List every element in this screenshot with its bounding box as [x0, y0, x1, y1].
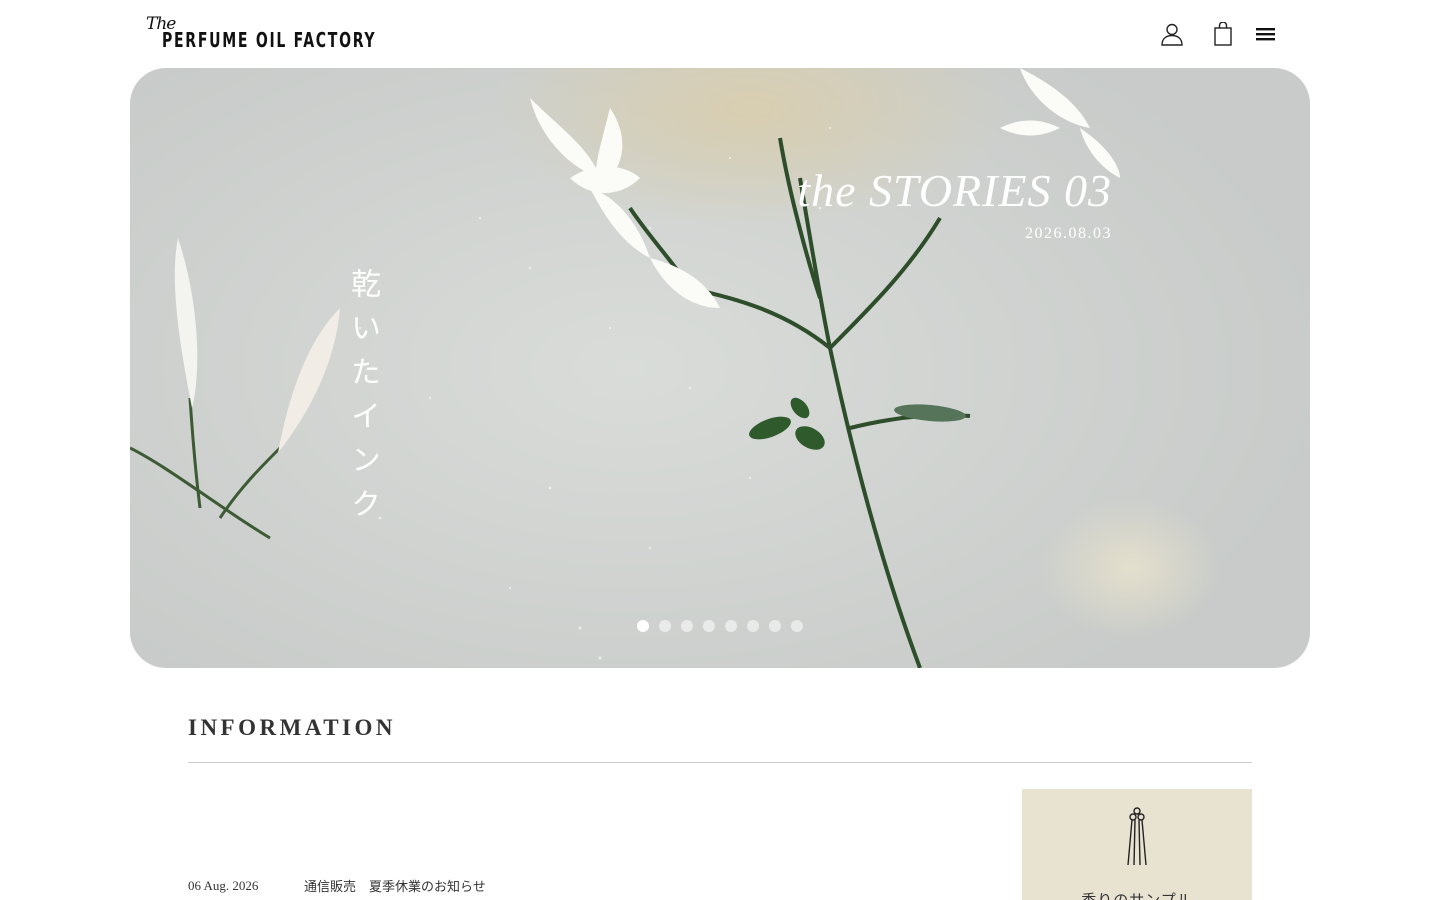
carousel-dot[interactable]: [791, 620, 803, 632]
scent-sample-label: 香りのサンプル: [1081, 891, 1193, 900]
jasmine-flower-image: [130, 68, 1120, 668]
carousel-pagination: [637, 620, 803, 632]
hero-vertical-text: 乾いたインク: [345, 268, 380, 532]
site-header: The PERFUME OIL FACTORY: [0, 0, 1440, 68]
scent-sample-card[interactable]: 香りのサンプル: [1022, 789, 1252, 900]
logo-main-text: PERFUME OIL FACTORY: [162, 28, 377, 52]
menu-icon[interactable]: [1252, 20, 1280, 48]
information-divider: [188, 762, 1252, 763]
news-date: 06 Aug. 2026: [188, 878, 259, 893]
shopping-bag-icon[interactable]: [1209, 20, 1237, 48]
site-logo[interactable]: The PERFUME OIL FACTORY: [146, 14, 386, 52]
carousel-dot[interactable]: [725, 620, 737, 632]
user-icon[interactable]: [1158, 20, 1186, 48]
hero-carousel[interactable]: the STORIES 03 2026.08.03 乾いたインク: [130, 68, 1310, 668]
information-heading: INFORMATION: [188, 715, 397, 740]
carousel-dot[interactable]: [747, 620, 759, 632]
scent-strip-icon: [1127, 807, 1147, 866]
carousel-dot[interactable]: [681, 620, 693, 632]
carousel-dot[interactable]: [659, 620, 671, 632]
hero-title: the STORIES 03: [797, 165, 1112, 216]
hero-date: 2026.08.03: [1025, 225, 1112, 242]
carousel-dot[interactable]: [769, 620, 781, 632]
carousel-dot[interactable]: [703, 620, 715, 632]
carousel-dot[interactable]: [637, 620, 649, 632]
news-title-link[interactable]: 通信販売 夏季休業のお知らせ: [304, 876, 486, 895]
